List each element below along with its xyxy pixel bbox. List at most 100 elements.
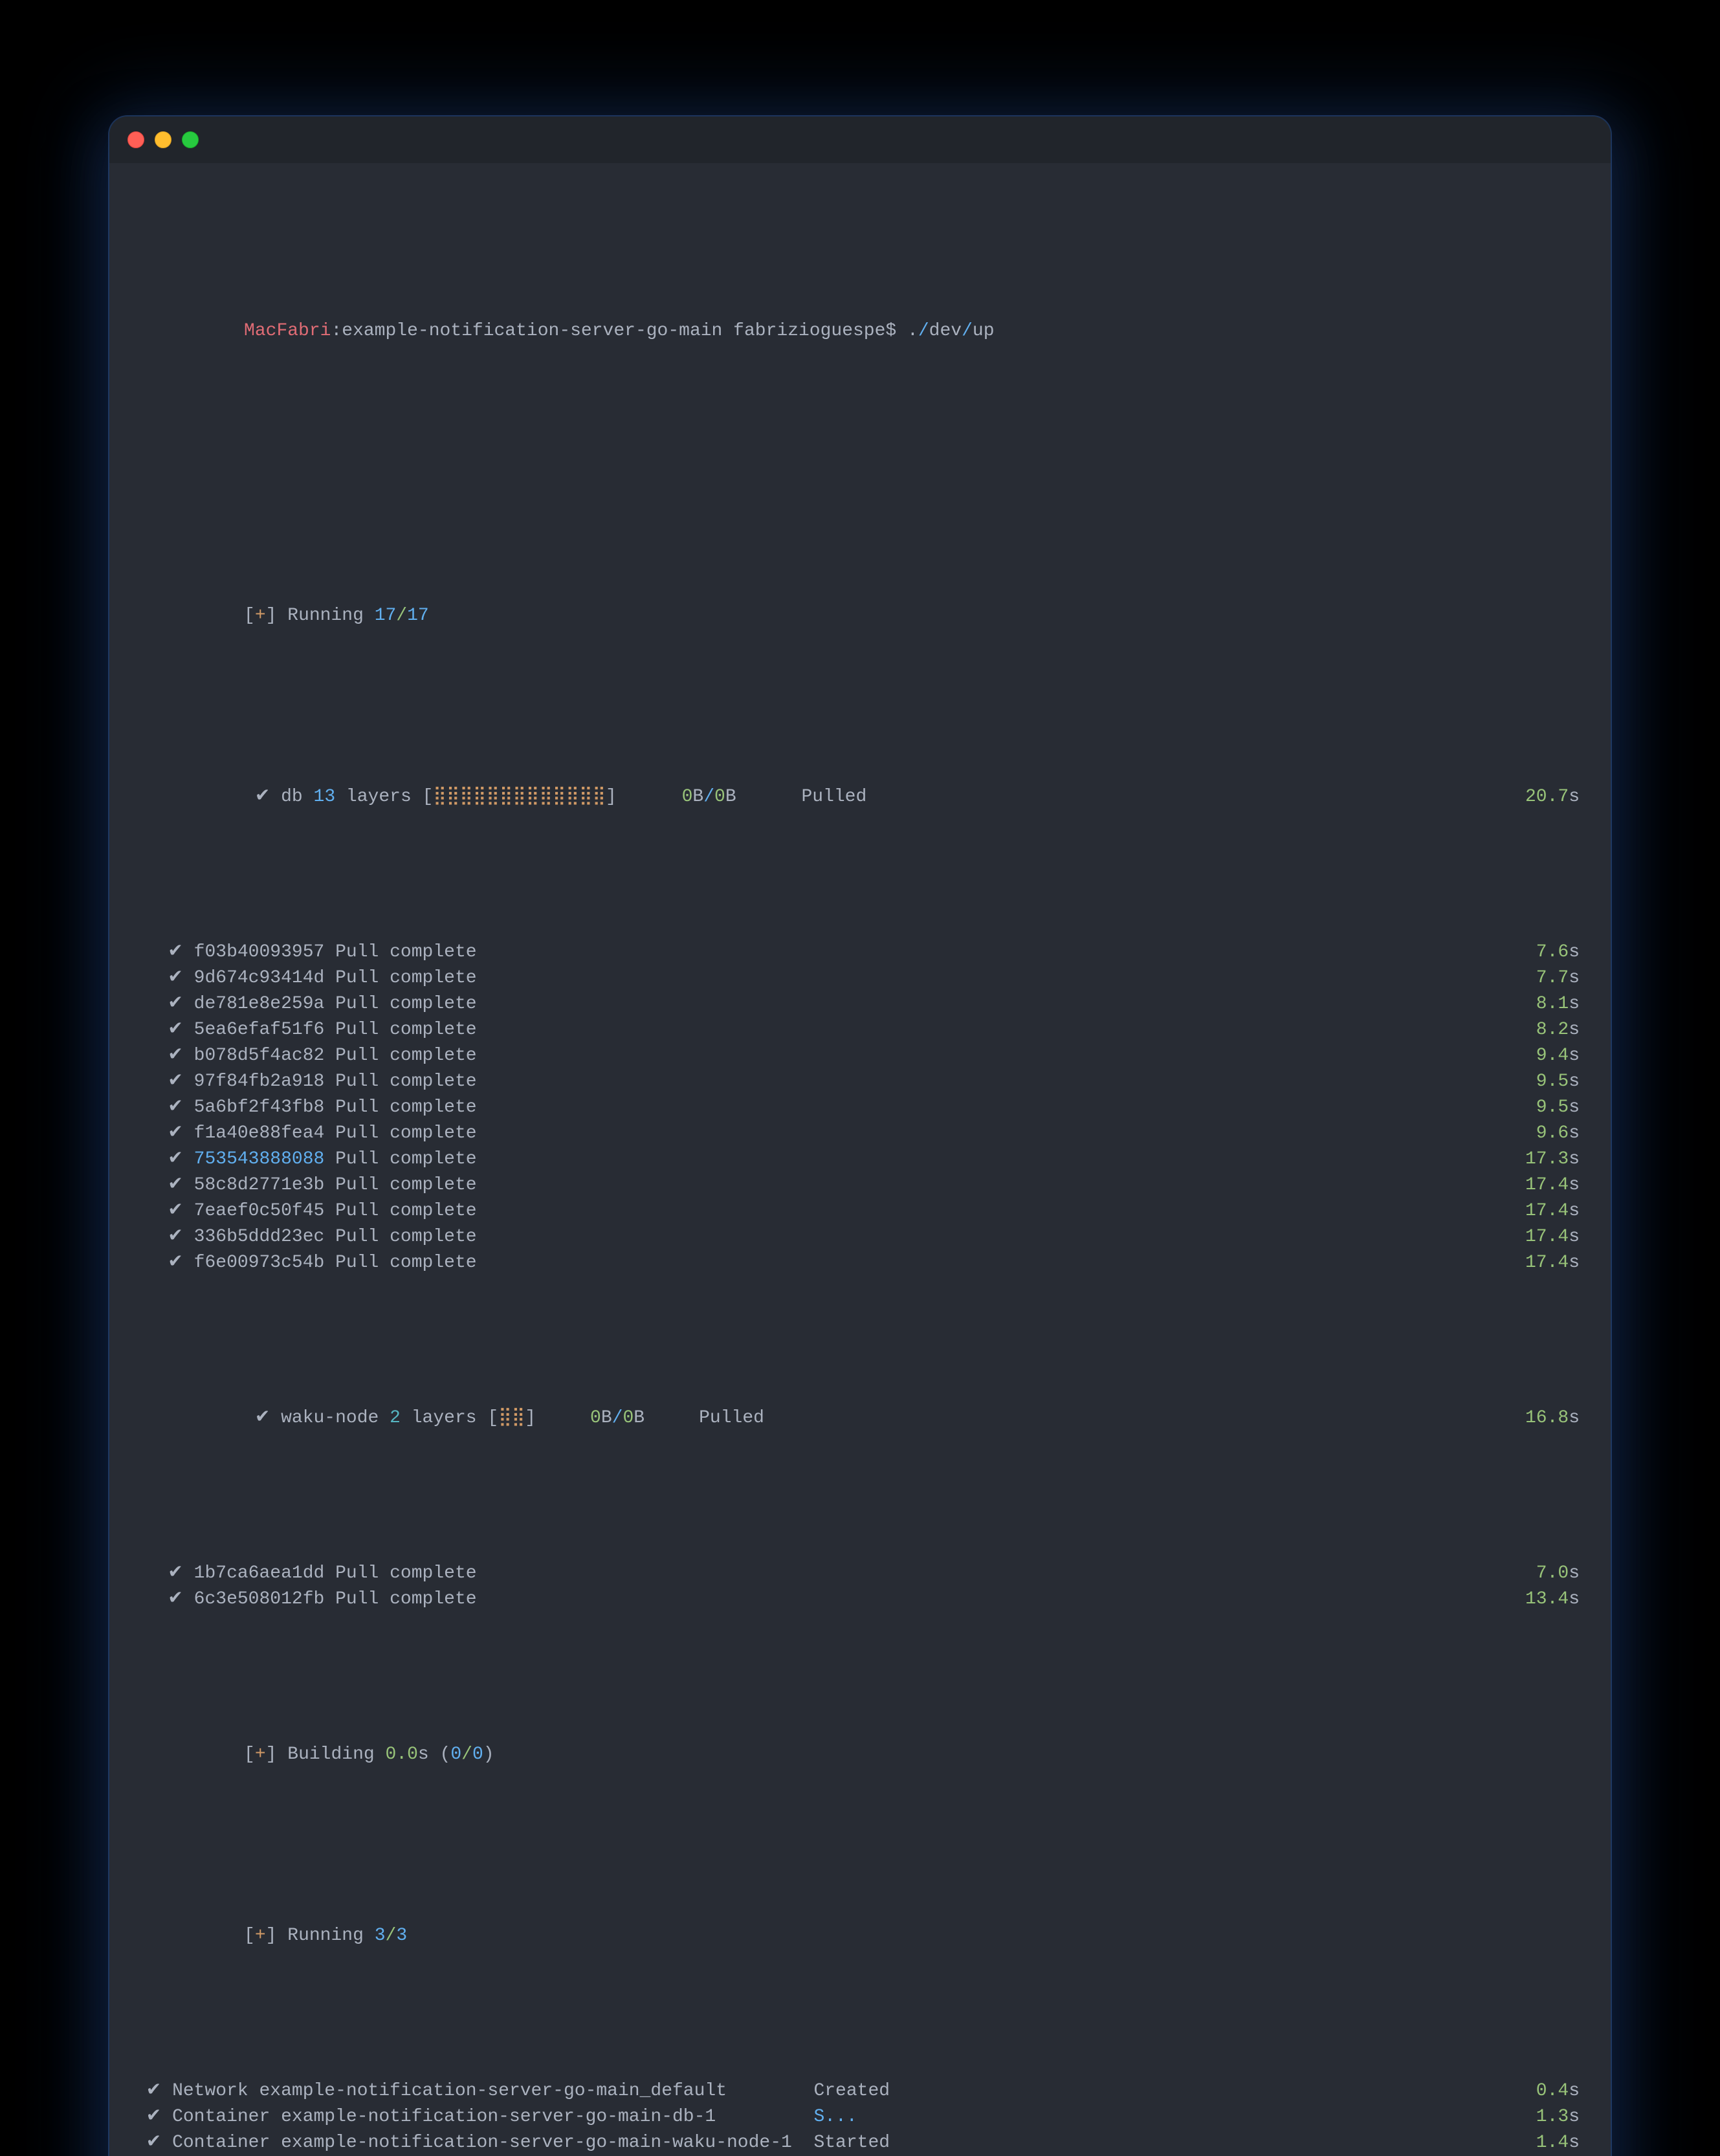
layer-hash: 97f84fb2a918 bbox=[194, 1072, 325, 1092]
titlebar bbox=[109, 116, 1611, 163]
layer-hash: 6c3e508012fb bbox=[194, 1589, 325, 1609]
layer-status: Pull complete bbox=[324, 1046, 476, 1066]
time-suffix: s bbox=[1569, 1020, 1580, 1040]
time-suffix: s bbox=[1569, 994, 1580, 1014]
check-icon: ✔ bbox=[135, 1072, 194, 1092]
build-suffix: s ( bbox=[418, 1744, 450, 1765]
time-suffix: s bbox=[1569, 787, 1580, 807]
time-suffix: s bbox=[1569, 2133, 1580, 2153]
running-count-b: 3 bbox=[396, 1926, 407, 1946]
layer-hash: 5a6bf2f43fb8 bbox=[194, 1097, 325, 1117]
check-icon: ✔ bbox=[135, 1149, 194, 1169]
time-value: 17.4 bbox=[1525, 1227, 1569, 1247]
layer-hash: de781e8e259a bbox=[194, 994, 325, 1014]
terminal-window: MacFabri:example-notification-server-go-… bbox=[109, 116, 1611, 2156]
cmd-dev: dev bbox=[929, 321, 962, 341]
layer-hash: f03b40093957 bbox=[194, 942, 325, 962]
size-n: 0 bbox=[682, 787, 693, 807]
layer-hash: 7eaef0c50f45 bbox=[194, 1201, 325, 1221]
slash: / bbox=[386, 1926, 397, 1946]
check-icon: ✔ bbox=[135, 994, 194, 1014]
bracket: ] bbox=[606, 787, 682, 807]
service-status: Started bbox=[813, 2133, 890, 2153]
size-u: B bbox=[634, 1408, 645, 1428]
terminal-body[interactable]: MacFabri:example-notification-server-go-… bbox=[109, 163, 1611, 2156]
time-value: 13.4 bbox=[1525, 1589, 1569, 1609]
service-status: S... bbox=[813, 2107, 857, 2127]
size-u: B bbox=[725, 787, 736, 807]
time-suffix: s bbox=[1569, 2107, 1580, 2127]
progress-bar: ⣿⣿ bbox=[498, 1408, 525, 1428]
prompt-user: fabrizioguespe$ bbox=[722, 321, 907, 341]
slash: / bbox=[461, 1744, 472, 1765]
check-icon: ✔ bbox=[135, 1097, 194, 1117]
service-name: ✔ Network example-notification-server-go… bbox=[135, 2081, 813, 2101]
building-label: ] Building bbox=[266, 1744, 386, 1765]
bracket: [ bbox=[244, 1744, 255, 1765]
check-icon: ✔ bbox=[135, 1175, 194, 1195]
time-suffix: s bbox=[1569, 1227, 1580, 1247]
check-icon: ✔ bbox=[135, 1046, 194, 1066]
cmd-slash: / bbox=[918, 321, 929, 341]
size-n: 0 bbox=[623, 1408, 634, 1428]
zoom-icon[interactable] bbox=[182, 131, 199, 148]
progress-bar: ⣿⣿⣿⣿⣿⣿⣿⣿⣿⣿⣿⣿⣿ bbox=[433, 787, 606, 807]
bracket: ] bbox=[525, 1408, 590, 1428]
time-value: 8.1 bbox=[1536, 994, 1569, 1014]
layer-hash: f1a40e88fea4 bbox=[194, 1123, 325, 1143]
layer-row: ✔ 7eaef0c50f45 Pull complete17.4s bbox=[135, 1198, 1585, 1224]
time-value: 16.8 bbox=[1525, 1408, 1569, 1428]
check-icon: ✔ bbox=[135, 1589, 194, 1609]
layer-row: ✔ de781e8e259a Pull complete8.1s bbox=[135, 991, 1585, 1017]
size-u: B bbox=[692, 787, 703, 807]
service-name: ✔ Container example-notification-server-… bbox=[135, 2107, 813, 2127]
layer-status: Pull complete bbox=[324, 1149, 476, 1169]
cmd-slash: / bbox=[962, 321, 973, 341]
time-value: 9.4 bbox=[1536, 1046, 1569, 1066]
service-row: ✔ Container example-notification-server-… bbox=[135, 2104, 1585, 2130]
prompt-colon: : bbox=[331, 321, 342, 341]
layer-row: ✔ 753543888088 Pull complete17.3s bbox=[135, 1147, 1585, 1172]
minimize-icon[interactable] bbox=[155, 131, 171, 148]
prompt-path: example-notification-server-go-main bbox=[342, 321, 722, 341]
layer-hash: 753543888088 bbox=[194, 1149, 325, 1169]
layer-hash: 5ea6efaf51f6 bbox=[194, 1020, 325, 1040]
layer-status: Pull complete bbox=[324, 1227, 476, 1247]
plus-icon: + bbox=[255, 1744, 266, 1765]
check-icon: ✔ bbox=[244, 787, 270, 807]
service-status: Created bbox=[813, 2081, 890, 2101]
layer-row: ✔ 5ea6efaf51f6 Pull complete8.2s bbox=[135, 1017, 1585, 1043]
check-icon: ✔ bbox=[135, 1227, 194, 1247]
time-suffix: s bbox=[1569, 1123, 1580, 1143]
check-icon: ✔ bbox=[244, 1408, 270, 1428]
slash: / bbox=[612, 1408, 623, 1428]
time-value: 8.2 bbox=[1536, 1020, 1569, 1040]
time-value: 17.4 bbox=[1525, 1253, 1569, 1273]
layer-hash: 9d674c93414d bbox=[194, 968, 325, 988]
size-u: B bbox=[601, 1408, 612, 1428]
prompt-host: MacFabri bbox=[244, 321, 331, 341]
check-icon: ✔ bbox=[135, 1123, 194, 1143]
pulled-label: Pulled bbox=[645, 1408, 764, 1428]
service-waku-header: ✔ waku-node 2 layers [⣿⣿] 0B/0B Pulled 1… bbox=[135, 1380, 1585, 1457]
layer-status: Pull complete bbox=[324, 1175, 476, 1195]
status-building: [+] Building 0.0s (0/0) bbox=[135, 1716, 1585, 1794]
time-suffix: s bbox=[1569, 1175, 1580, 1195]
time-value: 0.4 bbox=[1536, 2081, 1569, 2101]
service-row: ✔ Container example-notification-server-… bbox=[135, 2130, 1585, 2156]
layer-row: ✔ 6c3e508012fb Pull complete13.4s bbox=[135, 1587, 1585, 1612]
layer-row: ✔ 9d674c93414d Pull complete7.7s bbox=[135, 965, 1585, 991]
time-suffix: s bbox=[1569, 1408, 1580, 1428]
check-icon: ✔ bbox=[135, 1563, 194, 1583]
service-db-header: ✔ db 13 layers [⣿⣿⣿⣿⣿⣿⣿⣿⣿⣿⣿⣿⣿] 0B/0B Pul… bbox=[135, 758, 1585, 836]
layer-status: Pull complete bbox=[324, 1123, 476, 1143]
status-running: [+] Running 17/17 bbox=[135, 577, 1585, 655]
slash: / bbox=[703, 787, 714, 807]
time-value: 9.5 bbox=[1536, 1072, 1569, 1092]
time-value: 17.4 bbox=[1525, 1201, 1569, 1221]
layer-row: ✔ b078d5f4ac82 Pull complete9.4s bbox=[135, 1043, 1585, 1069]
close-icon[interactable] bbox=[127, 131, 144, 148]
time-value: 9.5 bbox=[1536, 1097, 1569, 1117]
time-value: 7.0 bbox=[1536, 1563, 1569, 1583]
service-name: ✔ Container example-notification-server-… bbox=[135, 2133, 813, 2153]
